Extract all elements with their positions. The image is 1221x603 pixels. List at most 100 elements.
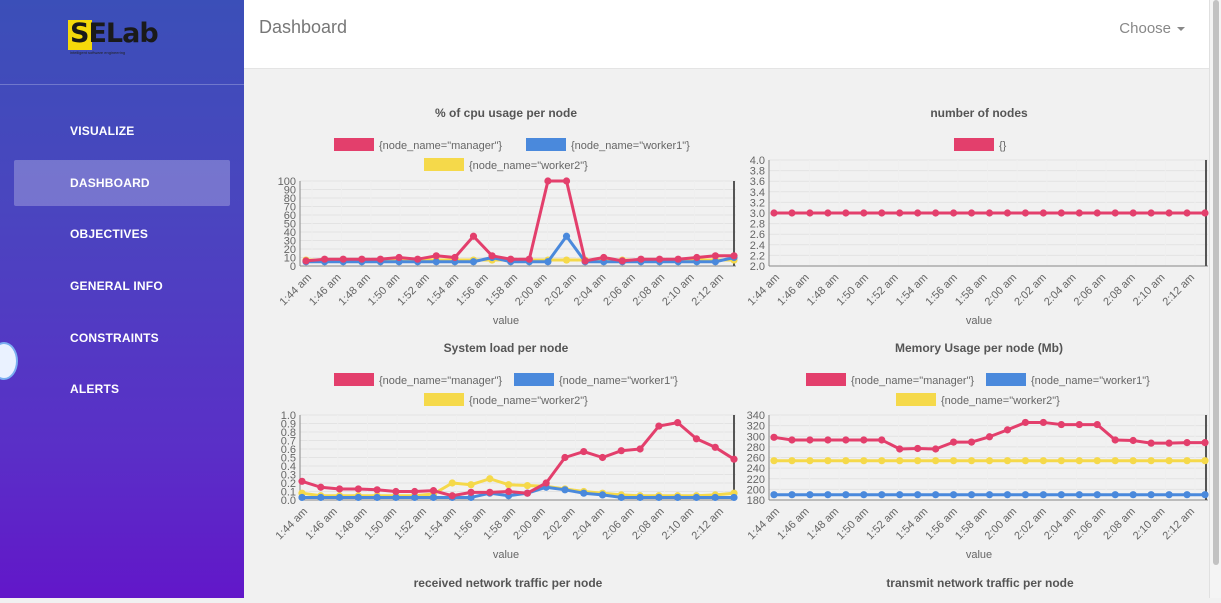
- data-point: [842, 436, 850, 444]
- x-tick-label: 1:50 am: [834, 272, 871, 309]
- data-point: [914, 209, 922, 217]
- x-tick-label: 1:44 am: [746, 272, 783, 309]
- x-tick-label: 1:46 am: [775, 506, 812, 543]
- charts-canvas: % of cpu usage per node {node_name="manag…: [274, 106, 1209, 561]
- chart-title: System load per node: [444, 341, 569, 355]
- chart-title-transmit-traffic: transmit network traffic per node: [886, 576, 1074, 590]
- data-point: [967, 209, 976, 217]
- data-point: [1075, 209, 1083, 217]
- data-point: [967, 438, 976, 446]
- legend-swatch: [334, 373, 374, 386]
- data-point: [544, 177, 552, 185]
- x-tick-label: 1:52 am: [864, 506, 901, 543]
- data-point: [674, 419, 682, 427]
- scrollbar-thumb[interactable]: [1213, 0, 1219, 565]
- x-tick-label: 2:00 am: [511, 506, 548, 543]
- x-tick-label: 1:46 am: [303, 506, 340, 543]
- x-tick-label: 2:10 am: [660, 506, 697, 543]
- data-point: [317, 483, 325, 491]
- x-tick-label: 1:56 am: [923, 272, 960, 309]
- data-point: [949, 491, 958, 499]
- sidebar-item-constraints[interactable]: CONSTRAINTS: [14, 315, 230, 361]
- data-point: [1201, 209, 1209, 217]
- x-tick-label: 2:04 am: [1042, 272, 1079, 309]
- data-point: [1039, 209, 1047, 217]
- data-point: [1039, 491, 1047, 499]
- data-point: [655, 255, 664, 263]
- data-point: [1147, 439, 1155, 447]
- data-point: [878, 457, 886, 465]
- data-point: [1111, 491, 1119, 499]
- data-point: [1021, 209, 1030, 217]
- data-point: [618, 257, 626, 265]
- data-point: [544, 258, 552, 266]
- data-point: [806, 491, 814, 499]
- data-point: [896, 209, 904, 217]
- x-axis-label: value: [966, 549, 992, 561]
- data-point: [317, 493, 325, 502]
- y-tick-label: 2.8: [750, 219, 765, 231]
- data-point: [1003, 426, 1012, 434]
- x-tick-label: 2:00 am: [983, 506, 1020, 543]
- data-point: [967, 457, 976, 465]
- data-point: [932, 457, 940, 465]
- x-tick-label: 1:46 am: [775, 272, 812, 309]
- data-point: [896, 457, 904, 465]
- data-point: [354, 485, 362, 493]
- choose-dropdown[interactable]: Choose: [1119, 20, 1185, 37]
- x-tick-label: 1:48 am: [805, 272, 842, 309]
- sidebar-item-dashboard[interactable]: DASHBOARD: [14, 160, 230, 206]
- legend-label: {}: [999, 140, 1007, 152]
- logo-text: SELab: [70, 18, 159, 49]
- y-tick-label: 180: [747, 495, 765, 507]
- y-tick-label: 100: [278, 176, 296, 188]
- selab-logo[interactable]: SELab intelligent software engineering: [68, 18, 159, 58]
- chart-title: Memory Usage per node (Mb): [895, 341, 1063, 355]
- sidebar-item-objectives[interactable]: OBJECTIVES: [14, 211, 230, 257]
- data-point: [1165, 457, 1173, 465]
- x-tick-label: 2:00 am: [983, 272, 1020, 309]
- data-point: [914, 491, 922, 499]
- data-point: [1183, 457, 1191, 465]
- sidebar-item-alerts[interactable]: ALERTS: [14, 366, 230, 412]
- data-point: [692, 435, 701, 443]
- data-point: [1093, 457, 1101, 465]
- page-scrollbar[interactable]: [1209, 0, 1221, 598]
- data-point: [711, 443, 719, 451]
- y-tick-label: 2.4: [750, 240, 765, 252]
- data-point: [770, 491, 778, 499]
- y-tick-label: 2.0: [750, 261, 765, 273]
- page-title: Dashboard: [259, 17, 348, 37]
- y-tick-label: 3.6: [750, 176, 765, 188]
- chart-4: Memory Usage per node (Mb) {node_name="ma…: [746, 341, 1209, 561]
- legend-label: {node_name="worker2"}: [469, 160, 588, 172]
- chart-title-received-traffic: received network traffic per node: [413, 576, 603, 590]
- choose-label: Choose: [1119, 20, 1171, 37]
- legend-swatch: [334, 138, 374, 151]
- x-tick-label: 2:08 am: [1101, 272, 1138, 309]
- legend-swatch: [526, 138, 566, 151]
- data-point: [730, 252, 738, 260]
- data-point: [429, 493, 438, 502]
- sidebar: SELab intelligent software engineering V…: [0, 0, 244, 598]
- data-point: [448, 479, 456, 487]
- x-tick-label: 2:10 am: [1131, 506, 1168, 543]
- chart-1: % of cpu usage per node {node_name="manag…: [278, 106, 738, 327]
- sidebar-item-general-info[interactable]: GENERAL INFO: [14, 263, 230, 309]
- y-tick-label: 260: [747, 453, 765, 465]
- legend-label: {node_name="worker2"}: [941, 395, 1060, 407]
- data-point: [1003, 209, 1012, 217]
- data-point: [1147, 491, 1155, 499]
- data-point: [1093, 491, 1101, 499]
- data-point: [451, 253, 459, 262]
- data-point: [505, 487, 513, 496]
- sidebar-item-label: CONSTRAINTS: [70, 331, 159, 345]
- legend-swatch: [424, 158, 464, 171]
- data-point: [914, 444, 922, 453]
- legend-swatch: [514, 373, 554, 386]
- x-tick-label: 2:02 am: [541, 506, 578, 543]
- legend-label: {node_name="manager"}: [379, 375, 502, 387]
- x-tick-label: 2:02 am: [1012, 272, 1049, 309]
- x-tick-label: 2:06 am: [1072, 272, 1109, 309]
- sidebar-item-visualize[interactable]: VISUALIZE: [14, 108, 230, 154]
